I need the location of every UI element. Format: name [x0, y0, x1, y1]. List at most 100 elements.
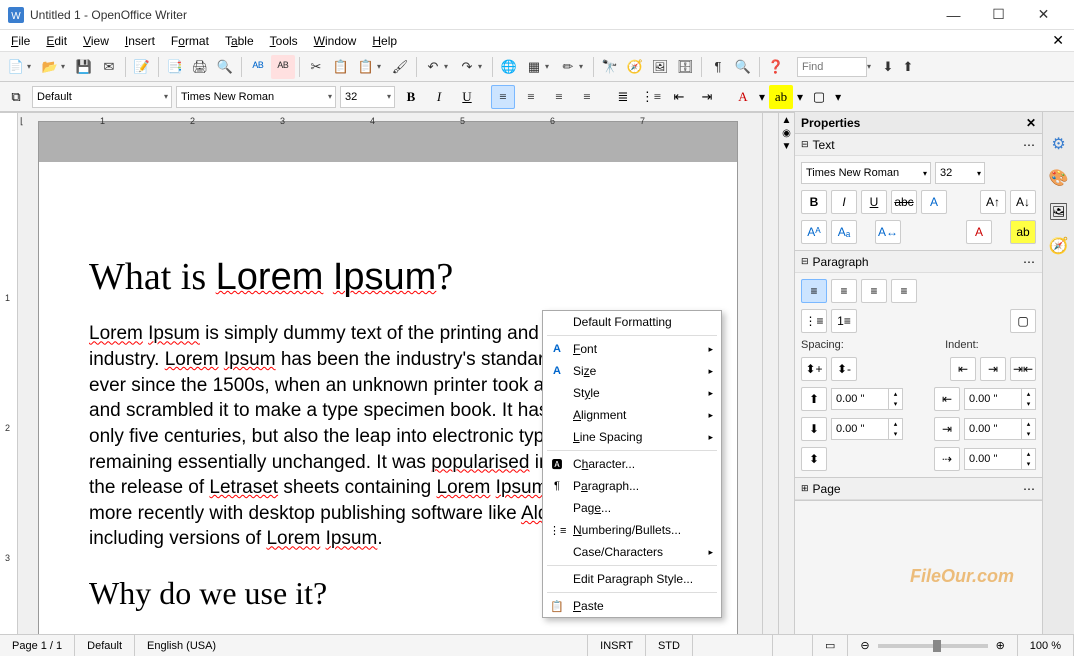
bold-button[interactable]: B	[399, 85, 423, 109]
panel-align-left[interactable]: ≡	[801, 279, 827, 303]
vertical-scrollbar[interactable]	[762, 113, 778, 634]
hyperlink-button[interactable]: 🌐	[497, 55, 521, 79]
status-page[interactable]: Page 1 / 1	[0, 635, 75, 656]
find-prev-button[interactable]: ⬆	[899, 55, 917, 79]
navigator-button[interactable]: 🧭	[623, 55, 647, 79]
data-sources-button[interactable]: 🗄	[673, 55, 697, 79]
bullet-list-button[interactable]: ⋮≡	[639, 85, 663, 109]
status-std[interactable]: STD	[646, 635, 693, 656]
cm-numbering-bullets[interactable]: ⋮≡Numbering/Bullets...	[543, 519, 721, 541]
menu-file[interactable]: File	[4, 32, 37, 50]
panel-numbering-button[interactable]: 1≡	[831, 309, 857, 333]
help-button[interactable]: ❓	[764, 55, 788, 79]
status-signature[interactable]	[773, 635, 813, 656]
status-selection[interactable]	[693, 635, 773, 656]
find-replace-button[interactable]: 🔭	[598, 55, 622, 79]
export-pdf-button[interactable]: 📑	[163, 55, 187, 79]
cm-line-spacing[interactable]: Line Spacing▸	[543, 426, 721, 448]
italic-button[interactable]: I	[427, 85, 451, 109]
status-insert[interactable]: INSRT	[588, 635, 646, 656]
cm-alignment[interactable]: Alignment▸	[543, 404, 721, 426]
redo-button[interactable]: ↷	[455, 55, 479, 79]
status-view[interactable]: ▭	[813, 635, 848, 656]
vertical-ruler[interactable]: 1 2 3	[0, 113, 18, 634]
paste-button[interactable]: 📋	[354, 55, 378, 79]
menu-format[interactable]: Format	[164, 32, 216, 50]
paragraph-more-icon[interactable]: ⋯	[1023, 255, 1036, 269]
text-section-header[interactable]: ⊟Text⋯	[795, 134, 1042, 156]
panel-underline-button[interactable]: U	[861, 190, 887, 214]
spacing-below-input[interactable]: 0.00 "▴▾	[831, 418, 903, 440]
find-dropdown[interactable]: ▾	[867, 62, 877, 71]
panel-bold-button[interactable]: B	[801, 190, 827, 214]
font-color-button[interactable]: A	[731, 85, 755, 109]
menu-tools[interactable]: Tools	[263, 32, 305, 50]
panel-bg-color-button[interactable]: ▢	[1010, 309, 1036, 333]
background-color-button[interactable]: ▢	[807, 85, 831, 109]
panel-strike-button[interactable]: abc	[891, 190, 917, 214]
nav-up-icon[interactable]: ▲	[782, 115, 792, 126]
new-button[interactable]: 📄	[4, 55, 28, 79]
table-button[interactable]: ▦	[522, 55, 546, 79]
spacing-above-input[interactable]: 0.00 "▴▾	[831, 388, 903, 410]
save-button[interactable]: 💾	[72, 55, 96, 79]
increase-indent-panel-button[interactable]: ⇥	[980, 357, 1006, 381]
numbered-list-button[interactable]: ≣	[611, 85, 635, 109]
underline-button[interactable]: U	[455, 85, 479, 109]
panel-superscript-button[interactable]: Aᴬ	[801, 220, 827, 244]
find-input[interactable]	[797, 57, 867, 77]
nonprinting-chars-button[interactable]: ¶	[706, 55, 730, 79]
panel-shadow-button[interactable]: A	[921, 190, 947, 214]
tab-navigator[interactable]: 🧭	[1047, 234, 1071, 258]
undo-button[interactable]: ↶	[421, 55, 445, 79]
panel-highlight-button[interactable]: ab	[1010, 220, 1036, 244]
font-size-combo[interactable]: 32▾	[340, 86, 395, 108]
open-button[interactable]: 📂	[38, 55, 62, 79]
cm-paste[interactable]: 📋Paste	[543, 595, 721, 617]
cm-size[interactable]: ASize▸	[543, 360, 721, 382]
indent-left-input[interactable]: 0.00 "▴▾	[964, 388, 1036, 410]
zoom-button[interactable]: 🔍	[731, 55, 755, 79]
autocheck-button[interactable]: ᴬᴮ	[271, 55, 295, 79]
cm-font[interactable]: AFont▸	[543, 338, 721, 360]
menu-window[interactable]: Window	[307, 32, 364, 50]
cm-paragraph[interactable]: ¶Paragraph...	[543, 475, 721, 497]
cm-edit-paragraph-style[interactable]: Edit Paragraph Style...	[543, 568, 721, 590]
align-center-button[interactable]: ≡	[519, 85, 543, 109]
panel-font-color-button[interactable]: A	[966, 220, 992, 244]
panel-grow-font-button[interactable]: A↑	[980, 190, 1006, 214]
horizontal-ruler[interactable]: ⌊ 1 2 3 4 5 6 7	[0, 112, 794, 113]
status-zoom[interactable]: 100 %	[1018, 635, 1074, 656]
spellcheck-button[interactable]: ᴬᴮ	[246, 55, 270, 79]
gallery-button[interactable]: 🖼	[648, 55, 672, 79]
cm-default-formatting[interactable]: Default Formatting	[543, 311, 721, 333]
decrease-indent-button[interactable]: ⇤	[667, 85, 691, 109]
edit-file-button[interactable]: 📝	[130, 55, 154, 79]
decrease-indent-panel-button[interactable]: ⇤	[950, 357, 976, 381]
panel-align-right[interactable]: ≡	[861, 279, 887, 303]
menu-table[interactable]: Table	[218, 32, 261, 50]
panel-shrink-font-button[interactable]: A↓	[1010, 190, 1036, 214]
close-panel-button[interactable]: ✕	[1026, 116, 1036, 130]
panel-align-justify[interactable]: ≡	[891, 279, 917, 303]
increase-indent-button[interactable]: ⇥	[695, 85, 719, 109]
panel-bullets-button[interactable]: ⋮≡	[801, 309, 827, 333]
first-line-input[interactable]: 0.00 "▴▾	[964, 448, 1036, 470]
panel-italic-button[interactable]: I	[831, 190, 857, 214]
cm-page[interactable]: Page...	[543, 497, 721, 519]
copy-button[interactable]: 📋	[329, 55, 353, 79]
zoom-out-button[interactable]: ⊖	[860, 639, 869, 652]
nav-down-icon[interactable]: ▼	[782, 141, 792, 152]
indent-right-input[interactable]: 0.00 "▴▾	[964, 418, 1036, 440]
status-style[interactable]: Default	[75, 635, 135, 656]
nav-target-icon[interactable]: ◉	[782, 128, 791, 139]
panel-spacing-button[interactable]: A↔	[875, 220, 901, 244]
cm-case-characters[interactable]: Case/Characters▸	[543, 541, 721, 563]
paragraph-section-header[interactable]: ⊟Paragraph⋯	[795, 251, 1042, 273]
align-justify-button[interactable]: ≡	[575, 85, 599, 109]
highlight-button[interactable]: ab	[769, 85, 793, 109]
zoom-in-button[interactable]: ⊕	[996, 639, 1005, 652]
status-language[interactable]: English (USA)	[135, 635, 588, 656]
maximize-button[interactable]: ☐	[976, 0, 1021, 30]
document-heading1[interactable]: What is Lorem Ipsum?	[89, 252, 687, 303]
